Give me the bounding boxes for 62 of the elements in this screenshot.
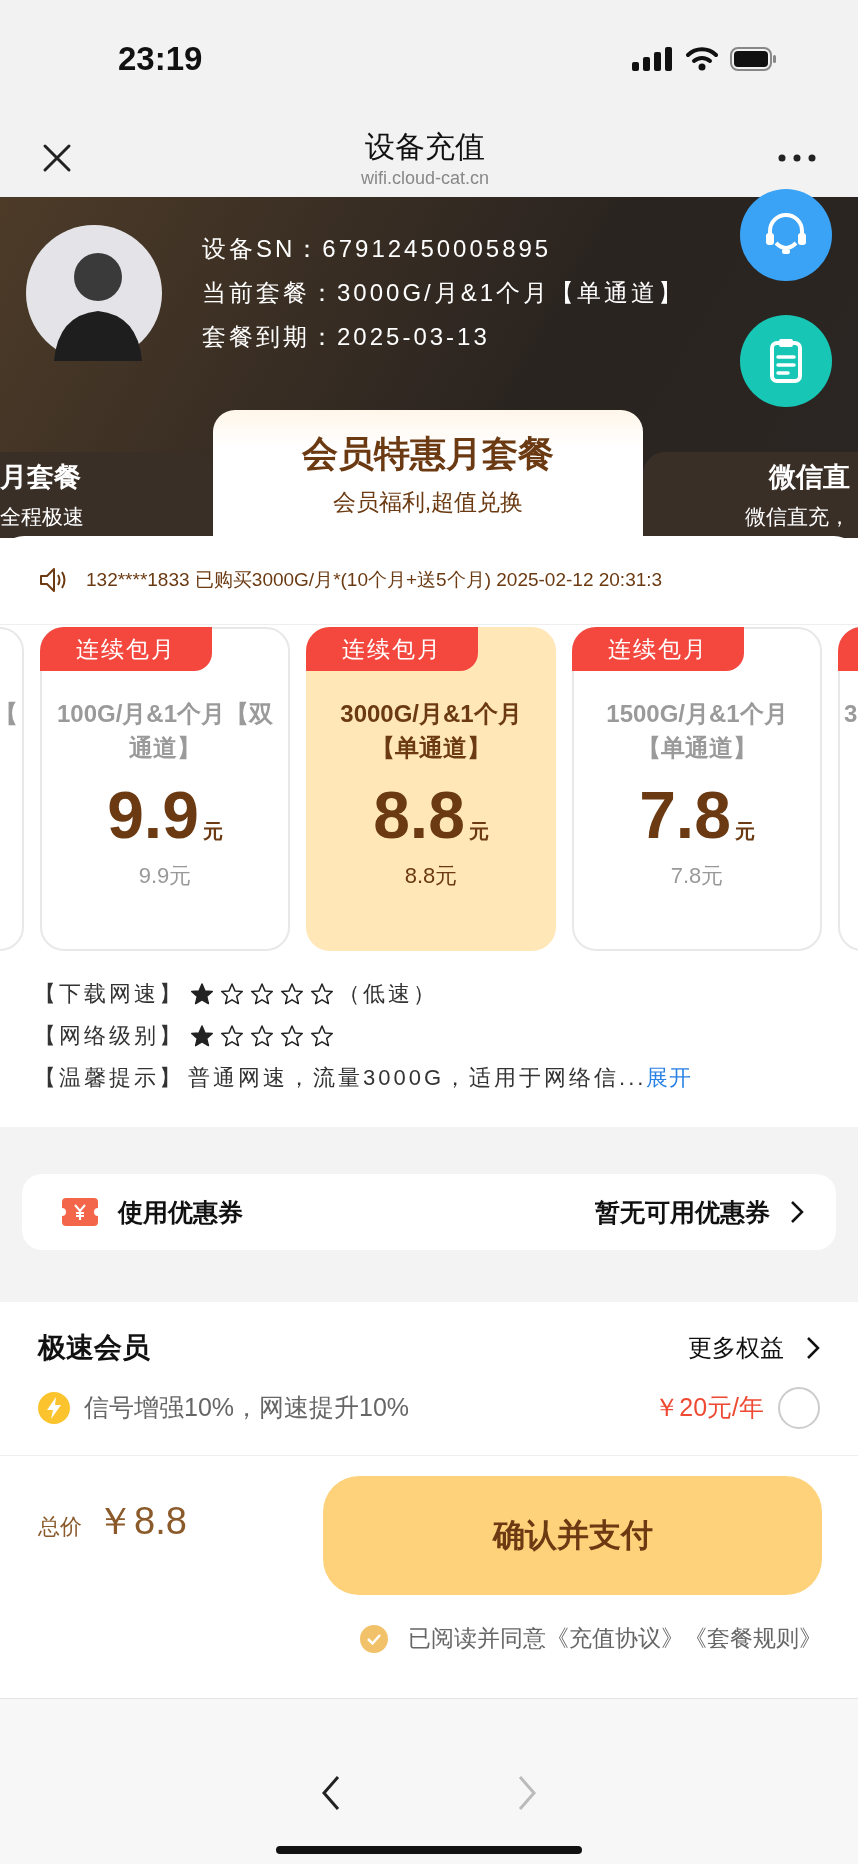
signal-icon	[632, 47, 674, 71]
package-name: 3000G/月&1个月【单通道】	[339, 699, 523, 763]
original-price: 8.8元	[404, 862, 458, 890]
package-price: 9.9	[107, 779, 199, 851]
detail-label: 【网络级别】	[34, 1022, 184, 1050]
package-card[interactable]: 连续包月 100G/月&1个月【双通道】 9.9 元 9.9元	[40, 627, 290, 951]
plan-tab[interactable]: 月套餐 全程极速	[0, 452, 213, 538]
more-benefits-link[interactable]: 更多权益	[688, 1331, 784, 1364]
speed-note: （低速）	[338, 980, 438, 1008]
total-label: 总价	[38, 1513, 82, 1541]
package-badge: 连续包月	[306, 627, 478, 671]
member-title: 极速会员	[38, 1330, 151, 1365]
device-info-text: 当前套餐：3000G/月&1个月【单通道】	[202, 277, 687, 308]
member-benefit: 信号增强10%，网速提升10%	[84, 1392, 411, 1423]
coupon-status: 暂无可用优惠券	[595, 1196, 770, 1228]
package-card[interactable]: 连续包月 3000G/月&1个月【单通道】 8.8 元 8.8元	[306, 627, 556, 951]
back-icon[interactable]	[321, 1775, 341, 1811]
package-name: 【	[0, 699, 19, 729]
coupon-icon	[62, 1198, 98, 1226]
price-unit: 元	[734, 819, 755, 844]
package-price: 7.8	[639, 779, 731, 851]
more-icon[interactable]	[778, 153, 816, 162]
coupon-label: 使用优惠券	[118, 1196, 244, 1228]
package-price: 8.8	[373, 779, 465, 851]
speaker-icon	[38, 565, 68, 595]
package-badge: 连续包月	[40, 627, 212, 671]
device-info-text: 套餐到期：2025-03-13	[202, 321, 491, 352]
coupon-row[interactable]: 使用优惠券 暂无可用优惠券	[22, 1174, 836, 1250]
original-price: 7.8元	[670, 862, 724, 890]
pay-button[interactable]: 确认并支付	[323, 1476, 822, 1595]
member-radio[interactable]	[778, 1386, 820, 1429]
expand-link[interactable]: 展开	[646, 1063, 693, 1093]
status-time: 23:19	[118, 40, 203, 78]
agreement-text: 已阅读并同意《充值协议》《套餐规则》	[408, 1624, 822, 1653]
package-badge: 连续包月	[572, 627, 744, 671]
package-name: 100G/月&1个月【双通道】	[55, 699, 275, 763]
purchase-notice: 132****1833 已购买3000G/月*(10个月+送5个月) 2025-02-12 20:31:3	[86, 568, 663, 592]
device-info-text: 设备SN：67912450005895	[202, 233, 553, 264]
member-price: ￥20元/年	[654, 1392, 764, 1423]
headset-icon[interactable]	[740, 188, 832, 281]
detail-label: 【温馨提示】	[34, 1064, 184, 1092]
chevron-right-icon	[806, 1335, 820, 1360]
price-unit: 元	[468, 819, 489, 844]
plan-tab[interactable]: 会员特惠月套餐 会员福利,超值兑换	[213, 410, 643, 538]
lightning-icon	[38, 1391, 70, 1424]
detail-label: 【下载网速】	[34, 980, 184, 1008]
chevron-right-icon	[790, 1200, 804, 1224]
page-title: 设备充值	[365, 128, 485, 165]
package-card[interactable]: 连续包月 1500G/月&1个月【单通道】 7.8 元 7.8元	[572, 627, 822, 951]
plan-tab[interactable]: 微信直 微信直充，	[643, 452, 858, 538]
price-unit: 元	[202, 819, 223, 844]
tip-text: 普通网速，流量3000G，适用于网络信...	[188, 1064, 647, 1092]
package-name: 3	[843, 699, 858, 729]
wifi-icon	[686, 47, 718, 71]
agreement-checkbox[interactable]	[360, 1624, 388, 1653]
package-name: 1500G/月&1个月【单通道】	[605, 699, 789, 763]
original-price: 9.9元	[138, 862, 192, 890]
battery-icon	[730, 47, 778, 71]
page-url: wifi.cloud-cat.cn	[360, 167, 490, 189]
clipboard-icon[interactable]	[740, 314, 832, 407]
total-amount: ￥8.8	[96, 1499, 187, 1544]
close-icon[interactable]	[42, 142, 72, 173]
